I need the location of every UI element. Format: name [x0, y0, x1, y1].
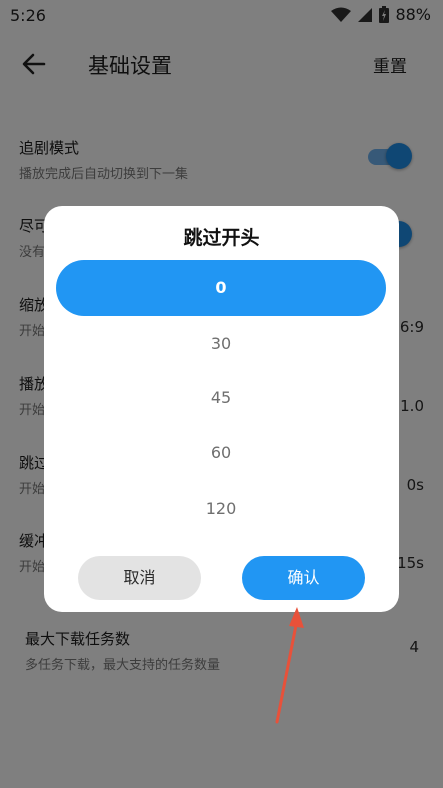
cancel-button[interactable]: 取消 [78, 556, 201, 600]
dialog-title: 跳过开头 [183, 227, 260, 249]
option-30[interactable]: 30 [56, 316, 386, 372]
option-45[interactable]: 45 [56, 370, 386, 426]
skip-intro-dialog: 跳过开头 0 30 45 60 120 取消 确认 [44, 206, 399, 612]
option-60[interactable]: 60 [56, 425, 386, 481]
option-0[interactable]: 0 [56, 260, 386, 316]
confirm-button[interactable]: 确认 [242, 556, 365, 600]
option-120[interactable]: 120 [56, 481, 386, 537]
